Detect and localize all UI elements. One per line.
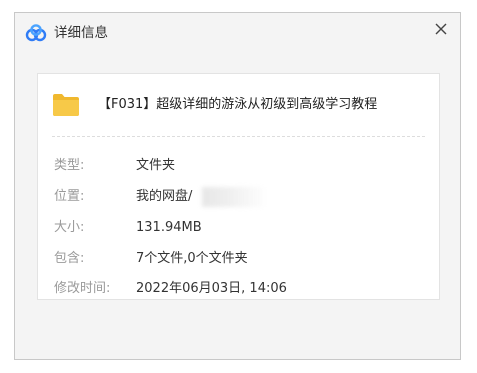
dialog-title: 详细信息: [54, 25, 108, 41]
baidu-netdisk-cloud-icon: [25, 24, 47, 42]
location-value: 我的网盘/: [136, 189, 193, 204]
dialog-titlebar: 详细信息: [15, 13, 460, 53]
size-value: 131.94MB: [136, 220, 202, 235]
folder-icon: [53, 94, 79, 116]
file-name: 【F031】超级详细的游泳从初级到高级学习教程: [98, 97, 378, 112]
divider: [52, 136, 425, 137]
location-label: 位置:: [54, 189, 85, 204]
contains-label: 包含:: [54, 251, 85, 266]
details-dialog: 详细信息 【F031】超级详细的游泳从初级到高级学习教程 类型: 文件夹 位置:…: [14, 12, 461, 360]
close-icon[interactable]: [430, 18, 452, 40]
contains-value: 7个文件,0个文件夹: [136, 251, 248, 266]
modified-label: 修改时间:: [54, 281, 111, 296]
type-label: 类型:: [54, 158, 85, 173]
type-value: 文件夹: [136, 158, 176, 173]
redaction-blur: [202, 187, 264, 207]
size-label: 大小:: [54, 220, 85, 235]
modified-value: 2022年06月03日, 14:06: [136, 281, 287, 296]
details-card: 【F031】超级详细的游泳从初级到高级学习教程 类型: 文件夹 位置: 我的网盘…: [37, 73, 440, 300]
